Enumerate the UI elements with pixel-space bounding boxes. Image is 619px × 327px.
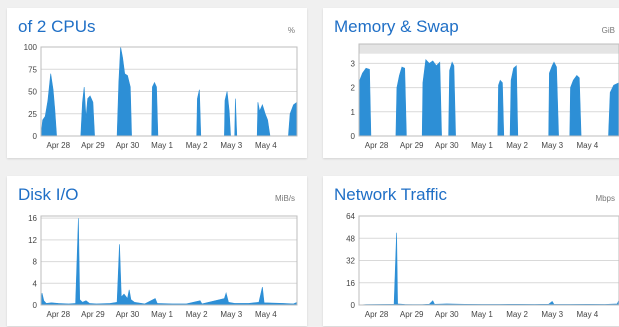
network-traffic-chart: 0 16 32 48 64 Apr 28 Apr 29 Apr 30 May 1 May 2 May… [346, 212, 619, 319]
y-tick-label: 32 [346, 257, 355, 266]
y-tick-label: 100 [24, 43, 38, 52]
disk-io-chart: 0 4 8 12 16 Apr 28 Apr 29 Apr 30 May 1 May 2 May 3… [28, 214, 298, 319]
y-tick-label: 25 [28, 110, 37, 119]
series-area [358, 59, 619, 137]
x-tick-label: May 3 [541, 310, 563, 319]
x-tick-label: May 2 [506, 310, 528, 319]
x-tick-label: Apr 28 [47, 310, 71, 319]
y-tick-label: 3 [351, 59, 356, 68]
x-tick-label: May 4 [255, 141, 277, 150]
series-area [358, 232, 619, 306]
y-tick-label: 1 [351, 108, 356, 117]
x-tick-label: May 4 [255, 310, 277, 319]
x-tick-label: May 1 [151, 310, 173, 319]
memory-swap-card: Memory & Swap GiB 0 1 2 3 Apr 28 Apr 29 Apr 30… [323, 8, 619, 158]
x-tick-label: Apr 30 [435, 141, 459, 150]
memory-swap-chart: 0 1 2 3 Apr 28 Apr 29 Apr 30 May 1 May 2 May 3 May… [351, 43, 619, 150]
x-tick-label: Apr 30 [435, 310, 459, 319]
y-tick-label: 0 [33, 301, 38, 310]
x-tick-label: Apr 29 [400, 141, 424, 150]
x-tick-label: May 1 [471, 141, 493, 150]
x-tick-label: Apr 30 [116, 310, 140, 319]
x-tick-label: Apr 28 [365, 310, 389, 319]
y-tick-label: 64 [346, 212, 355, 221]
x-tick-label: May 2 [186, 310, 208, 319]
x-tick-label: May 3 [220, 141, 242, 150]
x-tick-label: Apr 29 [400, 310, 424, 319]
cpu-chart: 0 25 50 75 100 Apr 28 Apr 29 Apr 30 May 1 May 2 Ma… [24, 43, 298, 150]
x-tick-label: Apr 30 [116, 141, 140, 150]
x-tick-label: May 3 [220, 310, 242, 319]
y-tick-label: 0 [33, 132, 38, 141]
cpu-card: of 2 CPUs % 0 25 50 75 100 Apr 28 Apr 29 Apr 30… [7, 8, 307, 158]
y-tick-label: 75 [28, 65, 37, 74]
x-tick-label: Apr 28 [47, 141, 71, 150]
x-tick-label: May 2 [186, 141, 208, 150]
y-tick-label: 0 [351, 132, 356, 141]
x-tick-label: Apr 29 [81, 310, 105, 319]
y-tick-label: 4 [33, 279, 38, 288]
y-tick-label: 2 [351, 84, 356, 93]
y-tick-label: 8 [33, 258, 38, 267]
x-tick-label: May 4 [576, 310, 598, 319]
x-tick-label: May 4 [576, 141, 598, 150]
network-traffic-card: Network Traffic Mbps 0 16 32 48 64 Apr 28 Apr … [323, 176, 619, 326]
y-tick-label: 16 [28, 214, 37, 223]
x-tick-label: Apr 29 [81, 141, 105, 150]
y-tick-label: 0 [351, 301, 356, 310]
y-tick-label: 50 [28, 88, 37, 97]
x-tick-label: May 2 [506, 141, 528, 150]
x-tick-label: Apr 28 [365, 141, 389, 150]
y-tick-label: 12 [28, 236, 37, 245]
y-tick-label: 16 [346, 279, 355, 288]
x-tick-label: May 3 [541, 141, 563, 150]
x-tick-label: May 1 [151, 141, 173, 150]
y-tick-label: 48 [346, 234, 355, 243]
disk-io-card: Disk I/O MiB/s 0 4 8 12 16 Apr 28 Apr 29 Apr 30… [7, 176, 307, 326]
x-tick-label: May 1 [471, 310, 493, 319]
swap-band [359, 44, 619, 54]
